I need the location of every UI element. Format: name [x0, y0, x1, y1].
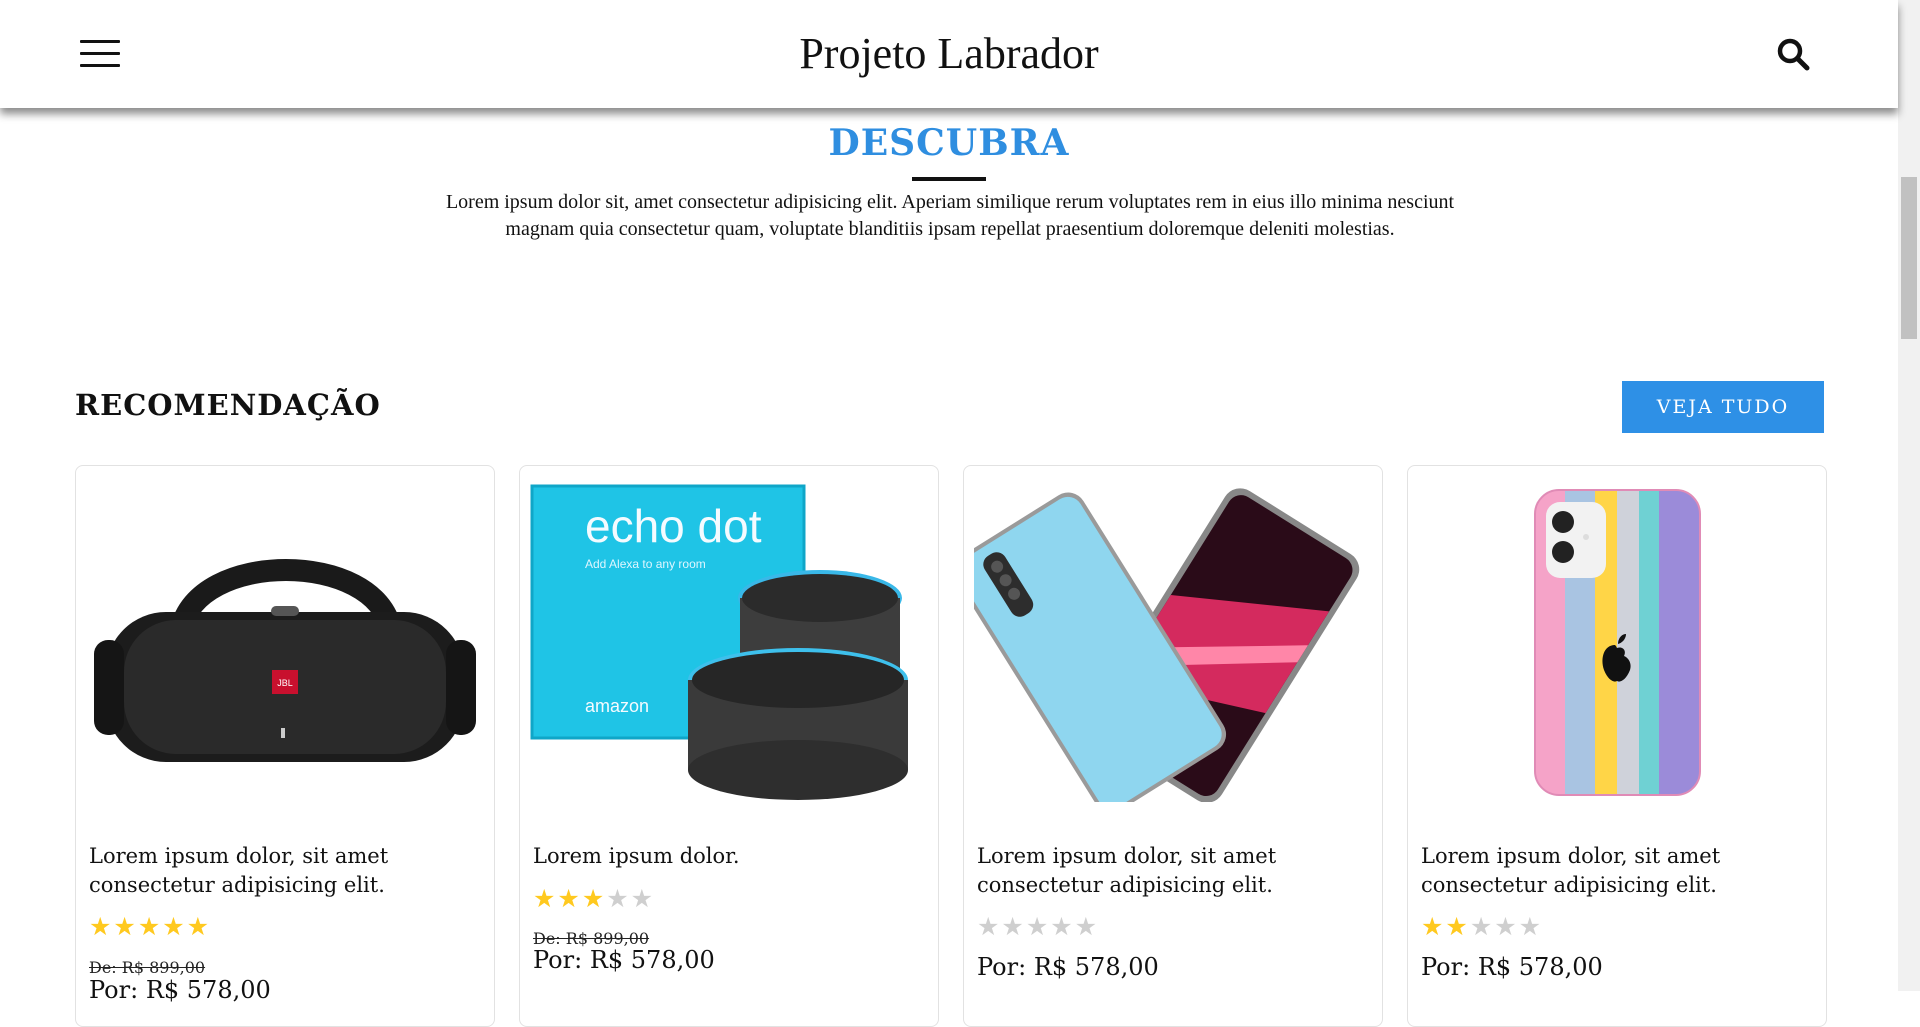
site-brand[interactable]: Projeto Labrador	[0, 28, 1898, 79]
current-price: Por: R$ 578,00	[533, 946, 715, 974]
product-card[interactable]: Lorem ipsum dolor, sit amet consectetur …	[963, 465, 1383, 1027]
product-image-phone-case[interactable]	[1418, 480, 1816, 802]
product-image-echo-dot[interactable]: echo dot Add Alexa to any room amazon	[530, 480, 928, 802]
recommendation-title: RECOMENDAÇÃO	[75, 388, 381, 422]
see-all-button[interactable]: VEJA TUDO	[1622, 381, 1824, 433]
search-icon[interactable]	[1776, 37, 1810, 71]
product-card[interactable]: echo dot Add Alexa to any room amazon Lo…	[519, 465, 939, 1027]
product-title[interactable]: Lorem ipsum dolor, sit amet consectetur …	[977, 842, 1367, 900]
rating-stars: ★★★★★	[89, 912, 212, 941]
product-card[interactable]: JBL Lorem ipsum dolor, sit amet consecte…	[75, 465, 495, 1027]
top-navbar: Projeto Labrador	[0, 0, 1898, 108]
discover-text: Lorem ipsum dolor sit, amet consectetur …	[445, 191, 1455, 240]
old-price: De: R$ 899,00	[89, 958, 206, 977]
discover-underline	[912, 177, 986, 181]
svg-text:Add Alexa to any room: Add Alexa to any room	[585, 557, 706, 571]
svg-text:JBL: JBL	[277, 678, 293, 688]
current-price: Por: R$ 578,00	[89, 976, 271, 1004]
product-title[interactable]: Lorem ipsum dolor.	[533, 842, 923, 871]
rating-stars: ★★★★★	[977, 912, 1100, 941]
product-image-smartphone[interactable]	[964, 480, 1372, 813]
product-title[interactable]: Lorem ipsum dolor, sit amet consectetur …	[89, 842, 479, 900]
svg-text:echo dot: echo dot	[585, 500, 762, 552]
scrollbar-thumb[interactable]	[1901, 177, 1917, 339]
svg-text:amazon: amazon	[585, 696, 649, 716]
current-price: Por: R$ 578,00	[977, 953, 1159, 981]
rating-stars: ★★★★★	[533, 884, 656, 913]
product-title[interactable]: Lorem ipsum dolor, sit amet consectetur …	[1421, 842, 1811, 900]
product-card[interactable]: Lorem ipsum dolor, sit amet consectetur …	[1407, 465, 1827, 1027]
rating-stars: ★★★★★	[1421, 912, 1544, 941]
page-scrollbar[interactable]	[1898, 0, 1920, 991]
current-price: Por: R$ 578,00	[1421, 953, 1603, 981]
discover-title: DESCUBRA	[828, 122, 1070, 164]
product-image-jbl-speaker[interactable]: JBL	[86, 480, 484, 802]
